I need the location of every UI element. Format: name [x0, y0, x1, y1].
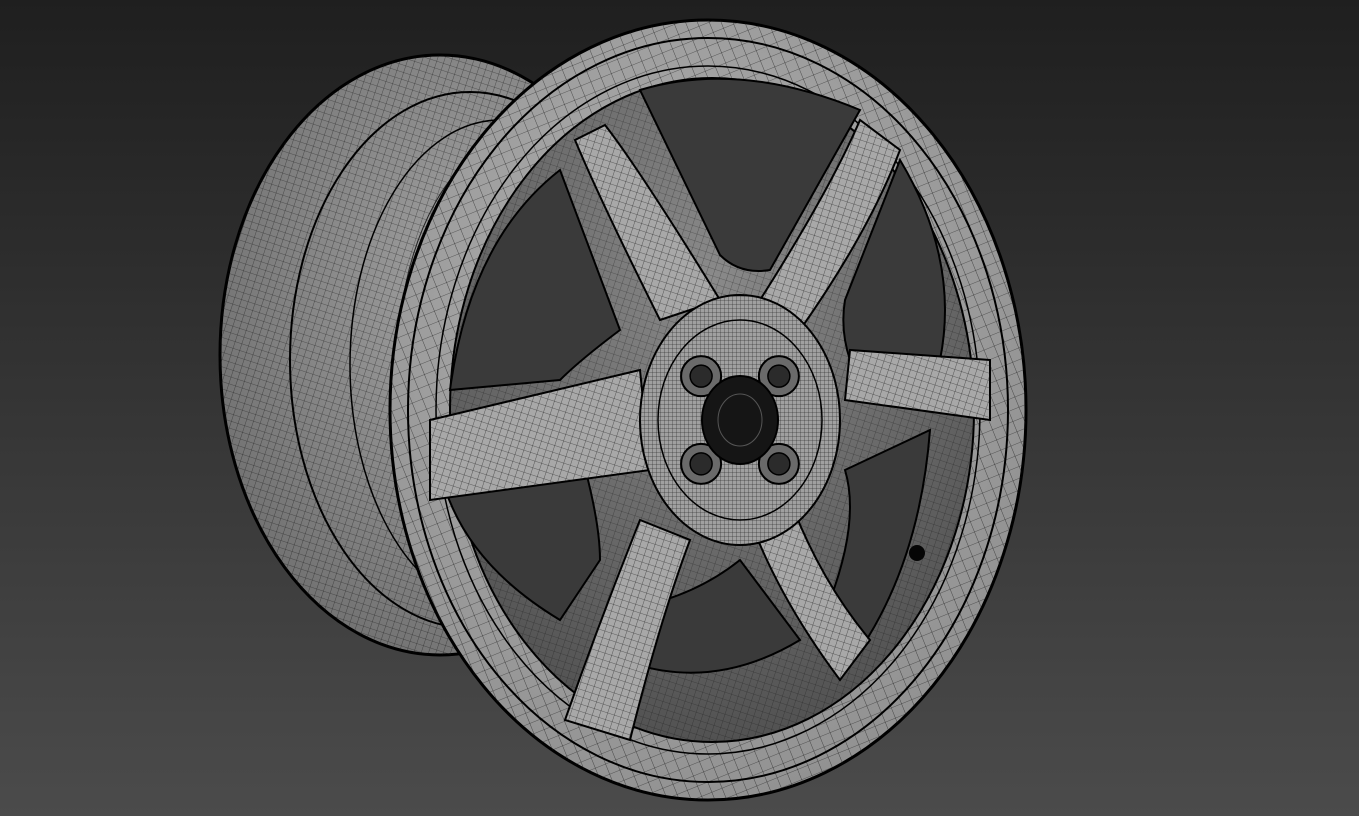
lug-nut-socket: [767, 452, 791, 476]
center-bore: [701, 375, 779, 465]
lug-nut-socket: [767, 364, 791, 388]
valve-stem-hole: [909, 545, 925, 561]
viewport-canvas[interactable]: [0, 0, 1359, 816]
3d-viewport[interactable]: [0, 0, 1359, 816]
lug-nut-socket: [689, 364, 713, 388]
lug-nut-socket: [689, 452, 713, 476]
